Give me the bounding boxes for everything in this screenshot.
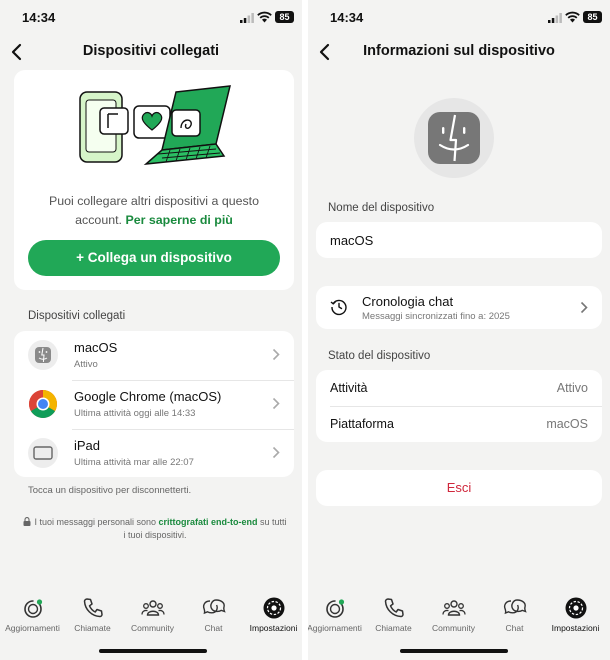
tab-label: Impostazioni [551, 623, 600, 633]
tab-impostazioni[interactable]: Impostazioni [545, 596, 606, 638]
settings-icon [565, 597, 586, 619]
device-name-label: Nome del dispositivo [328, 202, 435, 214]
community-icon [441, 600, 466, 616]
disconnect-hint: Tocca un dispositivo per disconnetterti. [28, 485, 192, 496]
tab-aggiornamenti[interactable]: Aggiornamenti [308, 596, 365, 638]
chevron-right-icon [272, 348, 280, 361]
device-row-chrome[interactable]: Google Chrome (macOS) Ultima attività og… [14, 380, 294, 428]
chat-icon [202, 599, 226, 615]
linked-devices-section-label: Dispositivi collegati [28, 310, 126, 322]
device-name: macOS [74, 340, 118, 355]
device-name: Google Chrome (macOS) [74, 389, 222, 404]
chat-icon [503, 599, 527, 615]
updates-icon [23, 599, 42, 618]
community-icon [140, 600, 165, 616]
device-last-active: Ultima attività oggi alle 14:33 [74, 408, 196, 419]
device-name: iPad [74, 438, 101, 453]
platform-value: macOS [546, 417, 588, 431]
tab-label: Chat [505, 623, 524, 633]
tab-community[interactable]: Community [122, 596, 183, 638]
device-info-screen: 14:34 85 Informazioni sul dispositivo No… [308, 0, 610, 660]
activity-row: Attività Attivo [316, 370, 602, 406]
tab-bar: Aggiornamenti Chiamate Community Chat Im… [0, 590, 302, 660]
tab-chat[interactable]: Chat [183, 596, 244, 638]
updates-icon [325, 599, 344, 618]
battery-indicator: 85 [275, 11, 294, 23]
platform-label: Piattaforma [330, 417, 394, 431]
e2e-notice: I tuoi messaggi personali sono crittogra… [22, 516, 288, 542]
tab-label: Aggiornamenti [308, 623, 362, 633]
device-list: macOS Attivo Google Chrome (macOS) Ultim… [14, 331, 294, 477]
tab-chiamate[interactable]: Chiamate [62, 596, 123, 638]
page-title: Dispositivi collegati [82, 43, 220, 59]
status-bar: 14:34 85 [308, 0, 610, 34]
tab-label: Chiamate [74, 623, 111, 633]
e2e-link[interactable]: crittografati end-to-end [159, 517, 258, 527]
device-name-value: macOS [330, 233, 374, 248]
device-avatar [414, 98, 494, 178]
link-device-description: Puoi collegare altri dispositivi a quest… [28, 192, 280, 230]
tab-bar: Aggiornamenti Chiamate Community Chat Im… [308, 590, 610, 660]
signal-icon [548, 13, 562, 23]
back-chevron-icon[interactable] [316, 40, 336, 64]
back-chevron-icon[interactable] [8, 40, 28, 64]
chevron-right-icon [580, 301, 588, 314]
chat-history-subtitle: Messaggi sincronizzati fino a: 2025 [362, 311, 510, 322]
e2e-text: I tuoi messaggi personali sono [34, 517, 159, 527]
wifi-icon [257, 11, 272, 23]
device-status: Attivo [74, 359, 98, 370]
tab-label: Chiamate [375, 623, 412, 633]
battery-indicator: 85 [583, 11, 602, 23]
wifi-icon [565, 11, 580, 23]
status-time: 14:34 [22, 10, 56, 25]
device-row-macos[interactable]: macOS Attivo [14, 331, 294, 379]
home-indicator [400, 649, 508, 653]
learn-more-link[interactable]: Per saperne di più [125, 213, 232, 227]
tab-impostazioni[interactable]: Impostazioni [243, 596, 302, 638]
chrome-icon [28, 389, 58, 419]
tab-label: Impostazioni [249, 623, 298, 633]
device-state-card: Attività Attivo Piattaforma macOS [316, 370, 602, 442]
phone-icon [83, 598, 103, 618]
history-icon [330, 299, 347, 316]
device-name-field[interactable]: macOS [316, 222, 602, 258]
device-row-ipad[interactable]: iPad Ultima attività mar alle 22:07 [14, 429, 294, 477]
linked-devices-screen: 14:34 85 Dispositivi collegati Puoi coll… [0, 0, 302, 660]
lock-icon [23, 517, 31, 526]
home-indicator [99, 649, 207, 653]
tab-label: Chat [204, 623, 223, 633]
chevron-right-icon [272, 397, 280, 410]
finder-icon [28, 340, 58, 370]
nav-bar: Informazioni sul dispositivo [308, 38, 610, 66]
tab-label: Community [432, 623, 475, 633]
tab-label: Aggiornamenti [5, 623, 60, 633]
device-last-active: Ultima attività mar alle 22:07 [74, 457, 194, 468]
logout-label: Esci [446, 480, 472, 495]
chat-history-row[interactable]: Cronologia chat Messaggi sincronizzati f… [316, 286, 602, 329]
finder-icon [428, 112, 480, 164]
tablet-icon [28, 438, 58, 468]
logout-button[interactable]: Esci [316, 470, 602, 506]
tab-aggiornamenti[interactable]: Aggiornamenti [2, 596, 63, 638]
nav-bar: Dispositivi collegati [0, 38, 302, 66]
page-title: Informazioni sul dispositivo [363, 43, 555, 59]
platform-row: Piattaforma macOS [316, 406, 602, 442]
link-device-button[interactable]: + Collega un dispositivo [28, 240, 280, 276]
signal-icon [240, 13, 254, 23]
chat-history-title: Cronologia chat [362, 294, 454, 309]
linked-devices-illustration [79, 85, 231, 165]
settings-icon [263, 597, 284, 619]
activity-value: Attivo [556, 381, 588, 395]
chevron-right-icon [272, 446, 280, 459]
tab-label: Community [131, 623, 174, 633]
tab-chiamate[interactable]: Chiamate [363, 596, 424, 638]
tab-chat[interactable]: Chat [484, 596, 545, 638]
status-time: 14:34 [330, 10, 364, 25]
device-state-label: Stato del dispositivo [328, 350, 431, 362]
link-device-card: Puoi collegare altri dispositivi a quest… [14, 70, 294, 290]
activity-label: Attività [330, 381, 368, 395]
tab-community[interactable]: Community [423, 596, 484, 638]
status-bar: 14:34 85 [0, 0, 302, 34]
phone-icon [384, 598, 404, 618]
